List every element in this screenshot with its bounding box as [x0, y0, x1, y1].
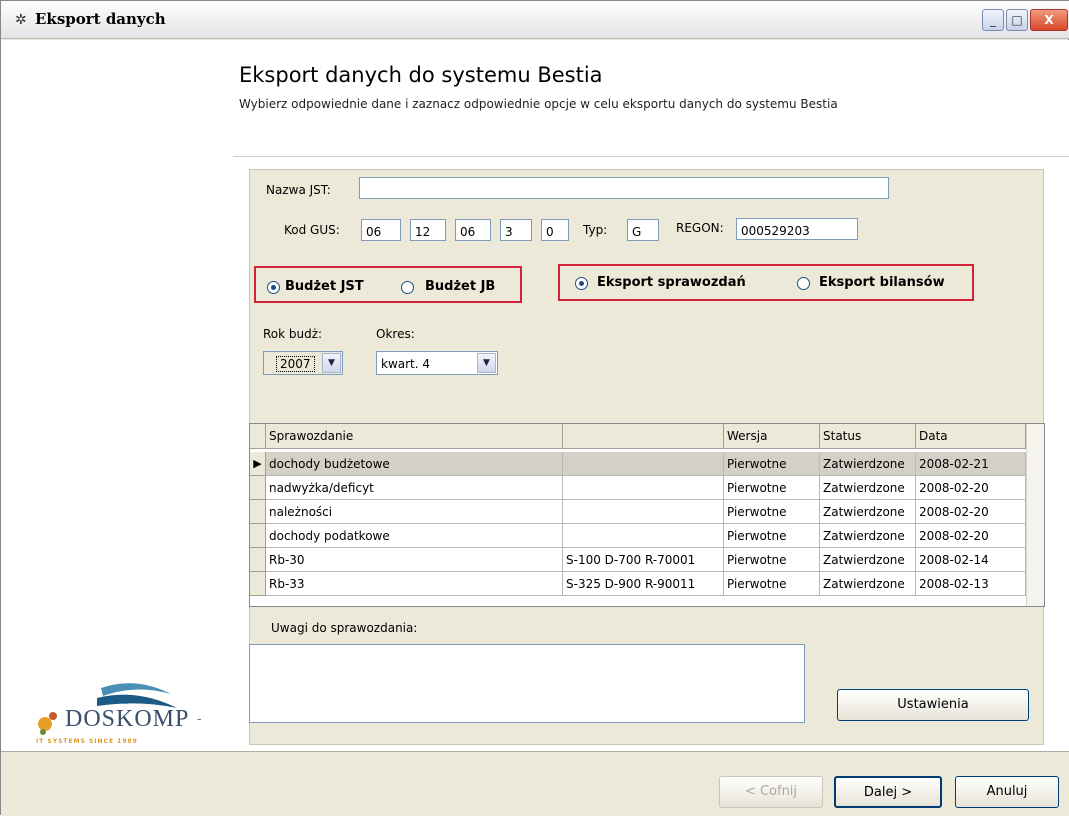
cell-version[interactable]: Pierwotne — [724, 548, 820, 572]
column-header-code[interactable] — [563, 424, 724, 449]
app-icon: ✲ — [15, 12, 27, 28]
budzet-jb-radio[interactable] — [401, 281, 414, 294]
minimize-button[interactable]: _ — [982, 9, 1004, 31]
back-button[interactable]: < Cofnij — [719, 776, 823, 808]
cell-name[interactable]: nadwyżka/deficyt — [266, 476, 563, 500]
cell-date[interactable]: 2008-02-20 — [916, 500, 1026, 524]
kod-gus-sub-input[interactable]: 0 — [541, 219, 569, 241]
cell-name[interactable]: dochody budżetowe — [266, 452, 563, 476]
kod-gus-rodz-input[interactable]: 3 — [500, 219, 532, 241]
window-title: Eksport danych — [35, 10, 166, 28]
chevron-down-icon[interactable]: ▼ — [322, 353, 341, 373]
logo-dash: - — [197, 712, 202, 727]
column-header-data[interactable]: Data — [916, 424, 1026, 449]
doskomp-logo: DOSKOMP - IT SYSTEMS SINCE 1989 — [31, 676, 231, 756]
cell-version[interactable]: Pierwotne — [724, 476, 820, 500]
cell-date[interactable]: 2008-02-21 — [916, 452, 1026, 476]
table-row[interactable]: ▶ dochody budżetowe Pierwotne Zatwierdzo… — [250, 452, 1028, 476]
cell-code[interactable] — [563, 500, 724, 524]
cell-name[interactable]: należności — [266, 500, 563, 524]
row-header — [250, 500, 266, 524]
rok-value: 2007 — [276, 356, 315, 372]
cell-date[interactable]: 2008-02-13 — [916, 572, 1026, 596]
left-pane — [1, 40, 233, 751]
budzet-jst-radio[interactable] — [267, 281, 280, 294]
cell-date[interactable]: 2008-02-20 — [916, 524, 1026, 548]
eksport-bilansow-radio[interactable] — [797, 277, 810, 290]
settings-button[interactable]: Ustawienia — [837, 689, 1029, 721]
eksport-sprawozdan-label[interactable]: Eksport sprawozdań — [597, 275, 746, 290]
kod-gus-label: Kod GUS: — [284, 223, 340, 237]
budzet-jst-label[interactable]: Budżet JST — [285, 279, 364, 294]
cell-status[interactable]: Zatwierdzone — [820, 500, 916, 524]
kod-gus-pow-input[interactable]: 12 — [410, 219, 446, 241]
cell-code[interactable]: S-100 D-700 R-70001 — [563, 548, 724, 572]
page-subtitle: Wybierz odpowiednie dane i zaznacz odpow… — [239, 97, 838, 111]
cell-code[interactable] — [563, 452, 724, 476]
cell-status[interactable]: Zatwierdzone — [820, 476, 916, 500]
reports-table: Sprawozdanie Wersja Status Data ▶ dochod… — [249, 423, 1045, 607]
export-window: ✲ Eksport danych _ □ X Eksport danych do… — [0, 0, 1069, 816]
column-header-wersja[interactable]: Wersja — [724, 424, 820, 449]
okres-value: kwart. 4 — [381, 357, 431, 371]
cell-date[interactable]: 2008-02-14 — [916, 548, 1026, 572]
okres-dropdown[interactable]: kwart. 4 ▼ — [376, 351, 498, 375]
header-divider — [233, 156, 1069, 157]
table-row[interactable]: dochody podatkowe Pierwotne Zatwierdzone… — [250, 524, 1028, 548]
typ-label: Typ: — [583, 223, 608, 237]
typ-input[interactable]: G — [627, 219, 659, 241]
column-header-status[interactable]: Status — [820, 424, 916, 449]
logo-tagline: IT SYSTEMS SINCE 1989 — [36, 738, 138, 745]
table-row[interactable]: należności Pierwotne Zatwierdzone 2008-0… — [250, 500, 1028, 524]
kod-gus-gmi-input[interactable]: 06 — [455, 219, 491, 241]
cell-status[interactable]: Zatwierdzone — [820, 572, 916, 596]
close-button[interactable]: X — [1030, 9, 1068, 31]
cell-version[interactable]: Pierwotne — [724, 452, 820, 476]
row-header — [250, 572, 266, 596]
nazwa-jst-label: Nazwa JST: — [266, 183, 331, 197]
kod-gus-woj-input[interactable]: 06 — [361, 219, 401, 241]
cell-version[interactable]: Pierwotne — [724, 500, 820, 524]
table-row[interactable]: Rb-30 S-100 D-700 R-70001 Pierwotne Zatw… — [250, 548, 1028, 572]
cell-name[interactable]: dochody podatkowe — [266, 524, 563, 548]
page-title: Eksport danych do systemu Bestia — [239, 63, 603, 87]
row-header — [250, 476, 266, 500]
cell-version[interactable]: Pierwotne — [724, 524, 820, 548]
regon-input[interactable]: 000529203 — [736, 218, 858, 240]
cell-code[interactable]: S-325 D-900 R-90011 — [563, 572, 724, 596]
maximize-button[interactable]: □ — [1006, 9, 1028, 31]
table-scrollbar[interactable] — [1026, 424, 1044, 606]
nazwa-jst-input[interactable] — [359, 177, 889, 199]
row-header — [250, 548, 266, 572]
next-button[interactable]: Dalej > — [834, 776, 942, 808]
logo-text: DOSKOMP — [65, 706, 190, 732]
rok-dropdown[interactable]: 2007 ▼ — [263, 351, 343, 375]
cell-status[interactable]: Zatwierdzone — [820, 452, 916, 476]
row-header-corner — [250, 424, 266, 449]
cell-code[interactable] — [563, 476, 724, 500]
cell-name[interactable]: Rb-33 — [266, 572, 563, 596]
eksport-sprawozdan-radio[interactable] — [575, 277, 588, 290]
okres-label: Okres: — [376, 327, 415, 341]
cell-date[interactable]: 2008-02-20 — [916, 476, 1026, 500]
notes-textarea[interactable] — [249, 644, 805, 723]
chevron-down-icon[interactable]: ▼ — [477, 353, 496, 373]
notes-label: Uwagi do sprawozdania: — [271, 621, 418, 635]
cell-status[interactable]: Zatwierdzone — [820, 548, 916, 572]
regon-label: REGON: — [676, 221, 724, 235]
table-row[interactable]: Rb-33 S-325 D-900 R-90011 Pierwotne Zatw… — [250, 572, 1028, 596]
table-row[interactable]: nadwyżka/deficyt Pierwotne Zatwierdzone … — [250, 476, 1028, 500]
rok-label: Rok budż: — [263, 327, 323, 341]
selected-row-arrow-icon: ▶ — [250, 452, 266, 476]
cell-version[interactable]: Pierwotne — [724, 572, 820, 596]
title-bar[interactable]: ✲ Eksport danych _ □ X — [1, 1, 1069, 39]
cell-name[interactable]: Rb-30 — [266, 548, 563, 572]
cell-code[interactable] — [563, 524, 724, 548]
budzet-jb-label[interactable]: Budżet JB — [425, 279, 495, 294]
cancel-button[interactable]: Anuluj — [955, 776, 1059, 808]
eksport-bilansow-label[interactable]: Eksport bilansów — [819, 275, 945, 290]
row-header — [250, 524, 266, 548]
column-header-sprawozdanie[interactable]: Sprawozdanie — [266, 424, 563, 449]
cell-status[interactable]: Zatwierdzone — [820, 524, 916, 548]
